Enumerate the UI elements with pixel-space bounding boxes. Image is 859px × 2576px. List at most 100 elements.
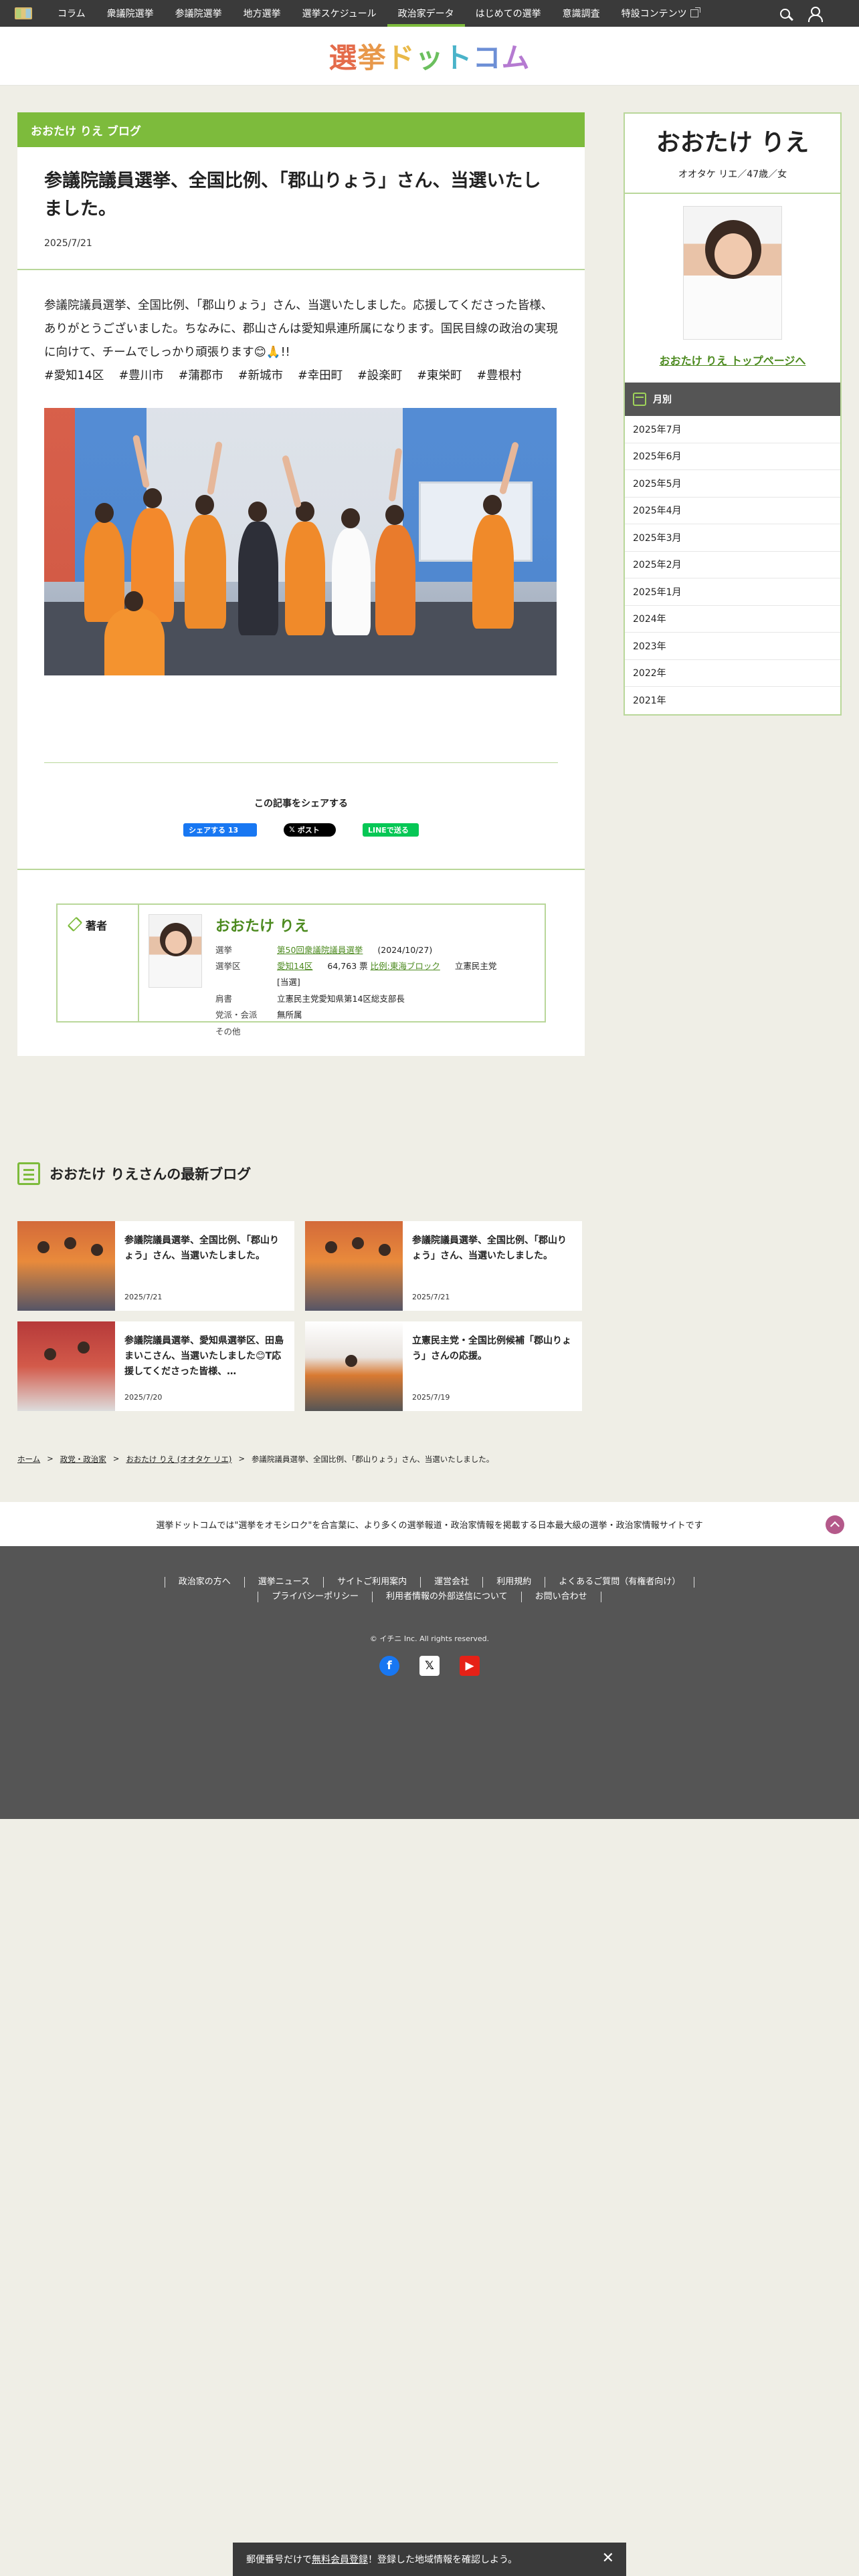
facebook-icon[interactable]: f [379, 1656, 399, 1676]
breadcrumb-person[interactable]: おおたけ りえ (オオタケ リエ) [126, 1454, 231, 1465]
archive-link[interactable]: 2023年 [625, 633, 840, 660]
footer-link[interactable]: 政治家の方へ [164, 1577, 244, 1588]
author-row-result: [当選] [215, 974, 496, 990]
election-result: [当選] [277, 977, 300, 988]
article-photo [44, 407, 557, 675]
district-link[interactable]: 愛知14区 [277, 961, 312, 971]
hashtag-list: #愛知14区 #豊川市 #蒲郡市 #新城市 #幸田町 #設楽町 #東栄町 #豊根村 [17, 364, 585, 388]
hashtag[interactable]: #愛知14区 [44, 369, 104, 383]
sidebar-photo[interactable] [683, 206, 782, 340]
logo-char: 挙 [357, 41, 387, 74]
author-row-faction: 党派・会派 無所属 [215, 1007, 496, 1023]
hashtag[interactable]: #設楽町 [357, 369, 402, 383]
hashtag[interactable]: #新城市 [238, 369, 283, 383]
archive-link[interactable]: 2021年 [625, 687, 840, 714]
footer-link[interactable]: 運営会社 [420, 1577, 482, 1588]
logo-char: ト [444, 41, 473, 74]
nav-item-schedule[interactable]: 選挙スケジュール [292, 0, 387, 27]
blog-article: おおたけ りえ ブログ 参議院議員選挙、全国比例、「郡山りょう」さん、当選いたし… [17, 112, 585, 1056]
archive-link[interactable]: 2024年 [625, 606, 840, 633]
nav-item-first-election[interactable]: はじめての選挙 [465, 0, 552, 27]
line-share-button[interactable]: LINEで送る [363, 823, 419, 837]
hashtag[interactable]: #豊川市 [118, 369, 163, 383]
row-value: 第50回衆議院議員選挙 (2024/10/27) [277, 942, 432, 958]
row-value: 立憲民主党愛知県第14区総支部長 [277, 993, 405, 1004]
breadcrumb-politicians[interactable]: 政党・政治家 [60, 1454, 106, 1465]
card-thumbnail [17, 1221, 115, 1311]
author-label-cell: 著者 [58, 904, 139, 1021]
card-date: 2025/7/21 [412, 1293, 450, 1301]
card-thumbnail [305, 1221, 403, 1311]
close-icon[interactable]: ✕ [602, 2551, 614, 2566]
archive-link[interactable]: 2025年3月 [625, 524, 840, 552]
nav-item-survey[interactable]: 意識調査 [552, 0, 611, 27]
nav-item-house[interactable]: 衆議院選挙 [96, 0, 165, 27]
blog-card[interactable]: 参議院議員選挙、全国比例、「郡山りょう」さん、当選いたしました。 2025/7/2… [305, 1221, 582, 1311]
author-row-title: 肩書 立憲民主党愛知県第14区総支部長 [215, 991, 496, 1007]
archive-link[interactable]: 2025年2月 [625, 552, 840, 578]
footer-link[interactable]: 利用規約 [482, 1577, 545, 1588]
footer-link[interactable]: よくあるご質問（有権者向け） [545, 1577, 695, 1588]
author-photo[interactable] [149, 914, 202, 988]
hashtag[interactable]: #蒲郡市 [179, 369, 223, 383]
footer-link[interactable]: お問い合わせ [520, 1592, 601, 1602]
blog-card[interactable]: 参議院議員選挙、愛知県選挙区、田島まいこさん、当選いたしました😊T応援してくださ… [17, 1321, 294, 1411]
back-to-top-button[interactable] [826, 1515, 844, 1534]
article-body: 参議院議員選挙、全国比例、「郡山りょう」さん、当選いたしました。応援してくださっ… [44, 298, 558, 359]
hashtag[interactable]: #豊根村 [476, 369, 521, 383]
row-key: その他 [215, 1026, 241, 1037]
hashtag[interactable]: #東栄町 [417, 369, 462, 383]
election-link[interactable]: 第50回衆議院議員選挙 [277, 945, 363, 955]
x-post-button[interactable]: 𝕏 ポスト [284, 823, 336, 837]
site-logo[interactable]: 選挙ドットコム [328, 35, 530, 76]
x-icon[interactable]: 𝕏 [419, 1656, 440, 1676]
archive-link[interactable]: 2022年 [625, 660, 840, 687]
youtube-icon[interactable]: ▶ [460, 1656, 480, 1676]
free-signup-link[interactable]: 無料会員登録 [312, 2553, 368, 2566]
copyright: © イチニ Inc. All rights reserved. [369, 1634, 490, 1643]
card-date: 2025/7/19 [412, 1393, 450, 1402]
nav-item-politician-data[interactable]: 政治家データ [387, 0, 465, 27]
author-box: 著者 おおたけ りえ 選挙 第50回衆議院議員選挙 (2024/10/27) 選挙区… [56, 903, 546, 1037]
user-button[interactable] [805, 5, 823, 22]
nav-item-council[interactable]: 参議院選挙 [165, 0, 233, 27]
breadcrumb-home[interactable]: ホーム [17, 1454, 40, 1465]
latest-blog-heading: おおたけ りえさんの最新ブログ [17, 1162, 251, 1185]
hashtag[interactable]: #幸田町 [298, 369, 343, 383]
archive-link[interactable]: 2025年4月 [625, 498, 840, 524]
sidebar-kana: オオタケ リエ／47歳／女 [625, 167, 840, 194]
calendar-icon [633, 393, 646, 406]
card-title: 参議院議員選挙、愛知県選挙区、田島まいこさん、当選いたしました😊T応援してくださ… [124, 1335, 284, 1378]
archive-link[interactable]: 2025年5月 [625, 470, 840, 498]
block-link[interactable]: 比例:東海ブロック [371, 961, 440, 971]
external-link-icon [690, 7, 700, 17]
nav-item-column[interactable]: コラム [47, 0, 96, 27]
blog-card[interactable]: 立憲民主党・全国比例候補「郡山りょう」さんの応援。 2025/7/19 [305, 1321, 582, 1411]
logo-char: ム [501, 41, 531, 74]
archive-link[interactable]: 2025年7月 [625, 416, 840, 443]
blog-card[interactable]: 参議院議員選挙、全国比例、「郡山りょう」さん、当選いたしました。 2025/7/2… [17, 1221, 294, 1311]
share-buttons: シェアする 13 𝕏 ポスト LINEで送る [17, 823, 585, 870]
nav-item-special[interactable]: 特設コンテンツ [611, 0, 709, 27]
card-thumbnail [17, 1321, 115, 1411]
facebook-share-button[interactable]: シェアする 13 [183, 823, 257, 837]
author-name[interactable]: おおたけ りえ [215, 914, 496, 936]
menu-icon [15, 7, 32, 19]
breadcrumb-separator: > [112, 1454, 120, 1463]
row-key: 選挙 [215, 944, 233, 955]
nav-item-local[interactable]: 地方選挙 [233, 0, 292, 27]
archive-link[interactable]: 2025年1月 [625, 578, 840, 606]
footer-link[interactable]: プライバシーポリシー [258, 1592, 372, 1602]
footer-link[interactable]: サイトご利用案内 [323, 1577, 420, 1588]
menu-button[interactable] [0, 0, 47, 27]
vote-count: 64,763 票 [327, 961, 368, 972]
search-button[interactable] [776, 5, 793, 22]
archive-link[interactable]: 2025年6月 [625, 443, 840, 470]
card-thumbnail [305, 1321, 403, 1411]
latest-blog-title: おおたけ りえさんの最新ブログ [50, 1166, 252, 1182]
logo-char: コ [472, 41, 502, 74]
footer-link[interactable]: 選挙ニュース [244, 1577, 323, 1588]
footer-link[interactable]: 利用者情報の外部送信について [372, 1592, 521, 1602]
top-page-link[interactable]: おおたけ りえ トップページへ [625, 352, 840, 383]
article-title: 参議院議員選挙、全国比例、「郡山りょう」さん、当選いたしました。 [44, 171, 541, 219]
